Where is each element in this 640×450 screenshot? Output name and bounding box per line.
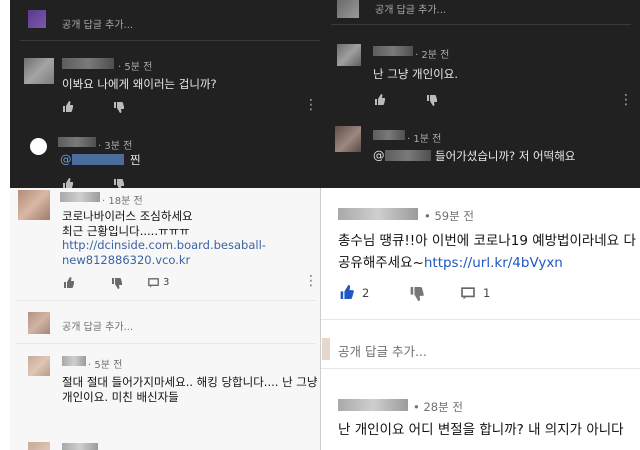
- reply-placeholder[interactable]: 공개 답글 추가...: [62, 16, 133, 31]
- comment-time: • 28분 전: [413, 400, 463, 414]
- thumbs-down-icon[interactable]: [427, 95, 437, 106]
- thumbs-down-icon[interactable]: [114, 102, 124, 113]
- collage: 공개 답글 추가... · 5분 전 이봐요 나에게 왜이러는 겁니까? ⋮ ·…: [0, 0, 640, 450]
- comment-text: 난 개인이요 어디 변절을 합니까? 내 의지가 아니다: [338, 422, 624, 438]
- user-avatar: [18, 190, 50, 220]
- thumbs-down-icon[interactable]: [114, 179, 124, 188]
- user-avatar: [30, 138, 47, 155]
- divider: [331, 24, 631, 25]
- comment-time: · 5분 전: [118, 62, 153, 73]
- thumbs-down-icon[interactable]: [112, 278, 122, 289]
- thumbs-up-icon[interactable]: [63, 178, 73, 188]
- divider: [16, 300, 316, 301]
- comment-text: 절대 절대 들어가지마세요.. 해킹 당합니다.... 난 그냥: [62, 375, 318, 389]
- more-vertical-icon[interactable]: ⋮: [304, 274, 318, 288]
- user-name: [62, 58, 114, 69]
- user-name: [62, 356, 86, 366]
- panel-bottom-right: • 59분 전 총수님 땡큐!!아 이번에 코로나19 예방법이라네요 다 공유…: [320, 188, 640, 450]
- panel-separator: [320, 188, 321, 450]
- user-avatar: [337, 0, 359, 18]
- mention[interactable]: @: [373, 148, 385, 162]
- comment-icon[interactable]: [461, 287, 475, 300]
- user-avatar: [28, 442, 50, 450]
- divider: [320, 368, 640, 369]
- mention-name: [385, 150, 431, 161]
- user-avatar: [24, 58, 54, 84]
- mention-name: [72, 154, 124, 165]
- comment-time: • 59분 전: [424, 209, 474, 223]
- user-avatar: [335, 126, 361, 152]
- user-avatar: [28, 312, 50, 334]
- user-avatar: [322, 338, 330, 360]
- divider: [16, 343, 316, 344]
- more-vertical-icon[interactable]: ⋮: [304, 98, 318, 112]
- user-avatar: [337, 44, 361, 66]
- divider: [320, 319, 640, 320]
- thumbs-up-icon[interactable]: [63, 101, 73, 112]
- user-name: [338, 208, 418, 220]
- comment-text: 코로나바이러스 조심하세요: [62, 209, 193, 223]
- divider: [20, 40, 320, 41]
- comment-text: 공유해주세요~https://url.kr/4bVyxn: [338, 255, 563, 271]
- thumbs-up-icon[interactable]: [375, 94, 385, 105]
- user-avatar: [28, 356, 50, 376]
- user-name: [60, 192, 100, 202]
- comment-time: · 5분 전: [88, 360, 123, 371]
- thumbs-up-icon[interactable]: [340, 285, 354, 299]
- thumbs-up-icon[interactable]: [64, 277, 74, 288]
- reply-placeholder[interactable]: 공개 답글 추가...: [375, 1, 446, 16]
- comment-text: 개인이요. 미친 배신자들: [62, 390, 179, 404]
- comment-icon[interactable]: [148, 278, 159, 288]
- user-name: [62, 443, 98, 450]
- reply-placeholder[interactable]: 공개 답글 추가...: [338, 341, 427, 360]
- comment-time: · 3분 전: [98, 141, 133, 152]
- like-count: 2: [362, 286, 370, 300]
- comment-text: 찐: [130, 153, 141, 167]
- thumbs-down-icon[interactable]: [410, 287, 424, 301]
- user-avatar: [28, 10, 46, 28]
- reply-count: 1: [483, 286, 491, 300]
- panel-top-left: 공개 답글 추가... · 5분 전 이봐요 나에게 왜이러는 겁니까? ⋮ ·…: [10, 0, 323, 188]
- panel-bottom-left: · 18분 전 코로나바이러스 조심하세요 최근 근황입니다.....ㅠㅠㅠ h…: [10, 188, 320, 450]
- comment-link[interactable]: https://url.kr/4bVyxn: [424, 255, 563, 271]
- comment-text: 최근 근황입니다.....ㅠㅠㅠ: [62, 224, 190, 238]
- reply-placeholder[interactable]: 공개 답글 추가...: [62, 318, 133, 333]
- comment-text: 난 그냥 개인이요.: [373, 67, 459, 81]
- user-name: [373, 130, 405, 140]
- comment-text: 들어가셨습니까? 저 어떡해요: [435, 149, 576, 163]
- mention[interactable]: @: [60, 152, 72, 166]
- comment-text: 총수님 땡큐!!아 이번에 코로나19 예방법이라네요 다: [338, 233, 636, 249]
- user-name: [373, 46, 413, 56]
- comment-time: · 2분 전: [415, 50, 450, 61]
- reply-count: 3: [163, 277, 170, 288]
- user-name: [58, 137, 96, 147]
- panel-top-right: 공개 답글 추가... · 2분 전 난 그냥 개인이요. ⋮ · 1분 전 @…: [323, 0, 640, 188]
- comment-time: · 1분 전: [407, 134, 442, 145]
- comment-link[interactable]: http://dcinside.com.board.besaball-: [62, 238, 266, 252]
- user-name: [338, 399, 408, 411]
- comment-time: · 18분 전: [102, 196, 143, 207]
- comment-text: 이봐요 나에게 왜이러는 겁니까?: [62, 77, 217, 91]
- comment-link[interactable]: new812886320.vco.kr: [62, 253, 190, 267]
- more-vertical-icon[interactable]: ⋮: [619, 93, 633, 107]
